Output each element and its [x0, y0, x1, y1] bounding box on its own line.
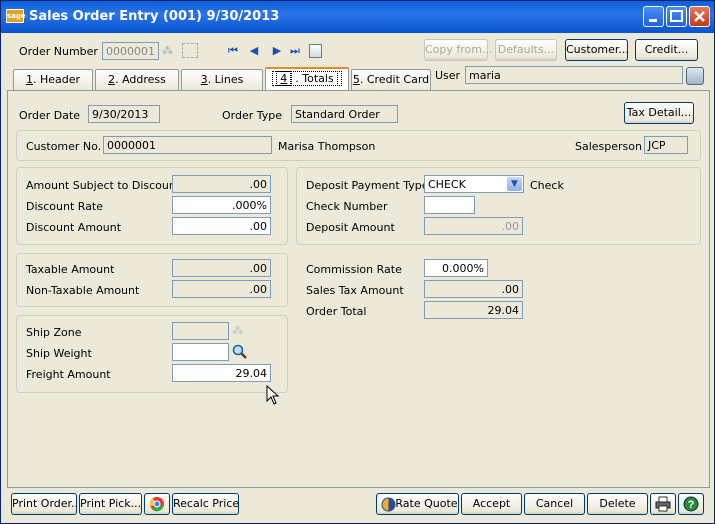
- check-number-label: Check Number: [306, 200, 388, 213]
- ship-weight-label: Ship Weight: [26, 347, 92, 360]
- printer-icon: [655, 496, 671, 512]
- deposit-amount-field: .00: [424, 217, 523, 235]
- browser-icon: [150, 497, 164, 512]
- tab-address[interactable]: 2. Address: [95, 69, 179, 90]
- first-record-icon[interactable]: ⏮: [227, 45, 239, 57]
- print-button[interactable]: [650, 493, 676, 515]
- delete-button[interactable]: Delete: [587, 493, 648, 515]
- commission-rate-field[interactable]: 0.000%: [424, 259, 488, 277]
- customer-no-label: Customer No.: [26, 140, 102, 153]
- discount-rate-field[interactable]: .000%: [172, 196, 271, 214]
- order-number-field[interactable]: 0000001: [102, 42, 159, 60]
- deposit-amount-label: Deposit Amount: [306, 221, 395, 234]
- new-order-icon[interactable]: [182, 43, 198, 58]
- sage-app-icon: sage: [6, 9, 26, 23]
- discount-amount-field[interactable]: .00: [172, 217, 271, 235]
- amount-subject-discount-field: .00: [172, 175, 271, 193]
- salesperson-label: Salesperson: [575, 140, 642, 153]
- discount-rate-label: Discount Rate: [26, 200, 104, 213]
- ship-zone-label: Ship Zone: [26, 326, 82, 339]
- customer-name: Marisa Thompson: [278, 140, 376, 153]
- deposit-payment-type-value: CHECK: [428, 178, 466, 191]
- close-button[interactable]: [689, 6, 710, 27]
- accept-button[interactable]: Accept: [461, 493, 522, 515]
- order-total-field: 29.04: [424, 301, 523, 319]
- sales-tax-amount-label: Sales Tax Amount: [306, 284, 404, 297]
- tab-header[interactable]: 1. Header: [13, 69, 93, 90]
- user-field: maria: [465, 66, 683, 84]
- print-pick-button[interactable]: Print Pick...: [79, 493, 142, 515]
- maximize-icon: [670, 10, 683, 22]
- svg-text:?: ?: [688, 499, 695, 511]
- minimize-icon: [649, 19, 657, 22]
- window-title: Sales Order Entry (001) 9/30/2013: [29, 9, 280, 24]
- amount-subject-discount-label: Amount Subject to Discount: [26, 179, 181, 192]
- defaults-button[interactable]: Defaults...: [495, 39, 557, 61]
- last-record-icon[interactable]: ⏭: [289, 45, 301, 57]
- magnifier-icon[interactable]: [232, 344, 248, 360]
- sales-tax-amount-field: .00: [424, 280, 523, 298]
- non-taxable-amount-label: Non-Taxable Amount: [26, 284, 140, 297]
- order-type-label: Order Type: [222, 109, 283, 122]
- sales-order-entry-window: sage Sales Order Entry (001) 9/30/2013 O…: [0, 0, 715, 524]
- rate-quote-icon: [381, 497, 396, 512]
- next-record-icon[interactable]: ▶: [271, 45, 283, 57]
- copy-from-button[interactable]: Copy from...: [424, 39, 493, 61]
- order-type-field: Standard Order: [291, 105, 398, 123]
- minimize-button[interactable]: [643, 6, 664, 27]
- ship-zone-field: [172, 322, 229, 340]
- commission-rate-label: Commission Rate: [306, 263, 402, 276]
- non-taxable-amount-field: .00: [172, 280, 271, 298]
- credit-button[interactable]: Credit...: [635, 39, 698, 61]
- mouse-cursor-icon: [266, 385, 280, 405]
- deposit-payment-type-label: Deposit Payment Type: [306, 179, 429, 192]
- cancel-button[interactable]: Cancel: [524, 493, 585, 515]
- deposit-payment-type-desc: Check: [530, 179, 564, 192]
- rate-quote-button[interactable]: Rate Quote: [376, 493, 459, 515]
- discount-amount-label: Discount Amount: [26, 221, 122, 234]
- taxable-amount-label: Taxable Amount: [26, 263, 115, 276]
- user-label: User: [435, 69, 461, 82]
- help-button[interactable]: ?: [678, 493, 704, 515]
- lookup-icon[interactable]: ⁂: [162, 44, 176, 58]
- tab-credit-card[interactable]: 5. Credit Card: [351, 69, 431, 90]
- order-date-field: 9/30/2013: [88, 105, 160, 123]
- help-icon: ?: [683, 496, 699, 512]
- tab-lines[interactable]: 3. Lines: [181, 69, 263, 90]
- check-number-field[interactable]: [424, 196, 475, 214]
- terminal-icon[interactable]: [686, 67, 704, 85]
- rate-quote-label: Rate Quote: [395, 497, 458, 510]
- taxable-amount-field: .00: [172, 259, 271, 277]
- recalc-price-button[interactable]: Recalc Price: [172, 493, 239, 515]
- ship-weight-field[interactable]: [172, 343, 229, 361]
- print-order-button[interactable]: Print Order...: [11, 493, 82, 515]
- order-number-label: Order Number: [19, 45, 98, 58]
- tab-totals-label: 4. Totals: [272, 71, 342, 86]
- ship-zone-lookup-icon[interactable]: ⁂: [232, 324, 243, 337]
- maximize-button[interactable]: [666, 6, 687, 27]
- chevron-down-icon[interactable]: ▼: [507, 177, 522, 191]
- freight-amount-field[interactable]: 29.04: [172, 364, 271, 382]
- customer-button[interactable]: Customer...: [565, 39, 629, 61]
- tax-detail-button[interactable]: Tax Detail...: [624, 102, 694, 124]
- close-icon: [694, 11, 705, 22]
- order-total-label: Order Total: [306, 305, 367, 318]
- list-icon[interactable]: [309, 44, 322, 58]
- freight-amount-label: Freight Amount: [26, 368, 111, 381]
- chrome-browser-button[interactable]: [144, 493, 170, 515]
- order-date-label: Order Date: [19, 109, 81, 122]
- title-bar: sage Sales Order Entry (001) 9/30/2013: [1, 1, 714, 33]
- previous-record-icon[interactable]: ◀: [248, 45, 260, 57]
- customer-no-field: 0000001: [103, 136, 272, 154]
- tab-totals[interactable]: 4. Totals: [265, 67, 349, 91]
- salesperson-field: JCP: [644, 136, 688, 154]
